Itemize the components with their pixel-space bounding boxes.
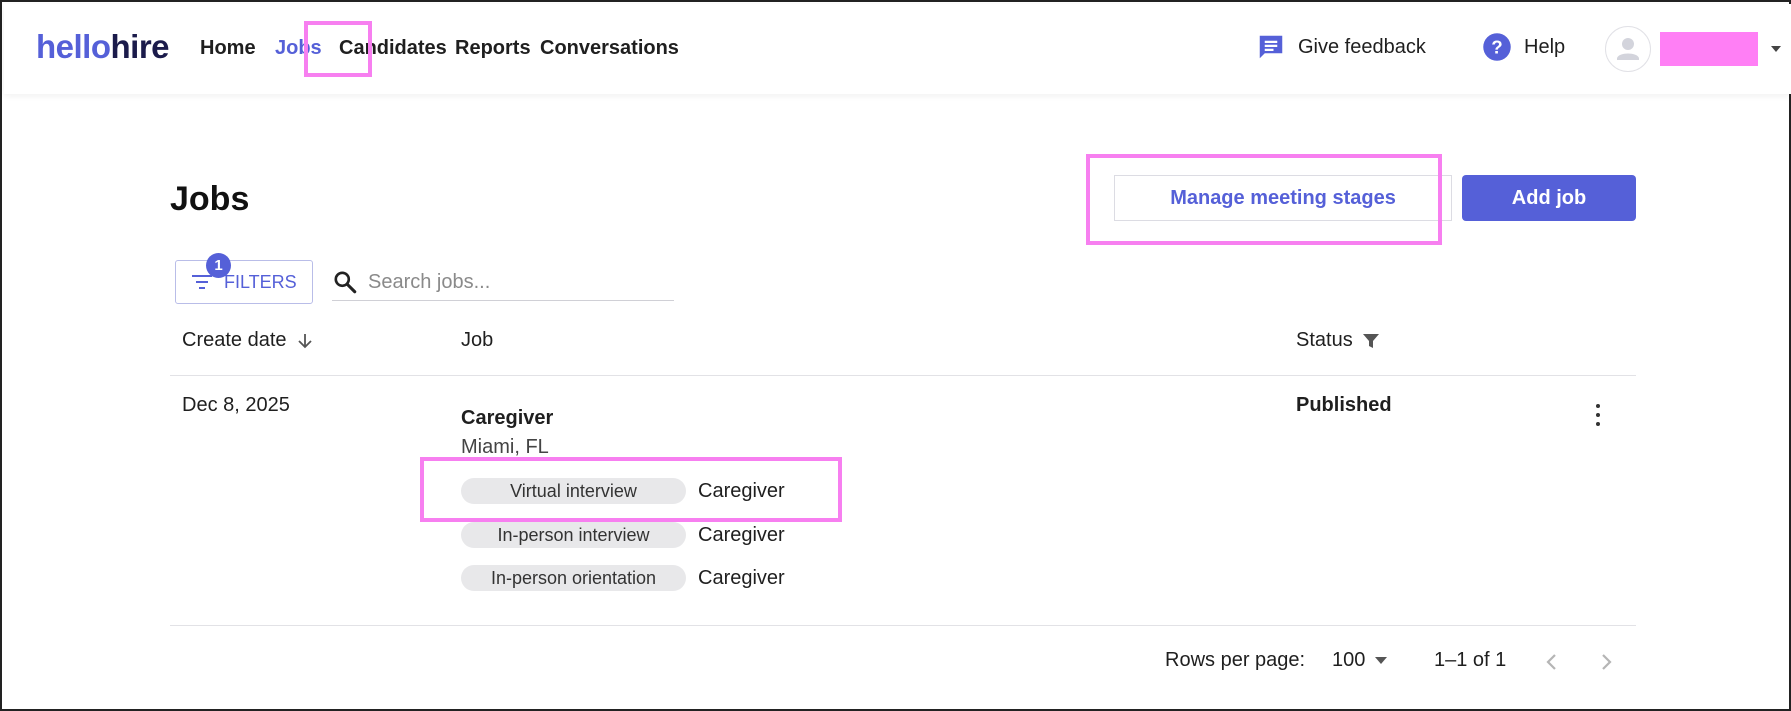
more-vert-icon[interactable] (1594, 404, 1602, 426)
chevron-left-icon[interactable] (1540, 650, 1564, 674)
filters-button[interactable]: FILTERS (175, 260, 313, 304)
help-button[interactable]: ? Help (1482, 32, 1565, 62)
manage-meeting-stages-button[interactable]: Manage meeting stages (1114, 175, 1452, 221)
search-field[interactable] (332, 264, 674, 301)
nav-home[interactable]: Home (200, 37, 256, 60)
table-bottom-divider (170, 625, 1636, 626)
avatar-icon (1617, 38, 1639, 60)
filters-label: FILTERS (224, 271, 297, 292)
help-icon: ? (1483, 33, 1511, 61)
column-label-status: Status (1296, 329, 1353, 351)
meeting-stage-item: In-person interview Caregiver (461, 522, 785, 548)
chevron-down-icon (1375, 657, 1388, 664)
column-header-status[interactable]: Status (1296, 329, 1381, 352)
add-job-button[interactable]: Add job (1462, 175, 1636, 221)
stage-role: Caregiver (698, 566, 785, 589)
redacted-user-name (1660, 32, 1758, 66)
create-date-cell: Dec 8, 2025 (182, 394, 290, 416)
help-label: Help (1524, 35, 1566, 58)
hellohire-logo[interactable]: hellohire (36, 28, 170, 66)
sort-down-icon[interactable] (295, 331, 315, 351)
rows-per-page-value: 100 (1332, 649, 1366, 671)
column-label-job: Job (461, 329, 494, 351)
stage-role: Caregiver (698, 523, 785, 546)
logo-text-hello: hello (36, 28, 111, 65)
filters-count-badge: 1 (206, 253, 231, 278)
rows-per-page-label: Rows per page: (1165, 649, 1306, 671)
give-feedback-label: Give feedback (1298, 35, 1426, 58)
svg-text:?: ? (1491, 36, 1502, 57)
page-title: Jobs (170, 180, 250, 218)
search-input[interactable] (368, 270, 658, 294)
app-frame: hellohire Home Jobs Candidates Reports C… (0, 0, 1791, 711)
search-icon (334, 271, 357, 294)
account-dropdown-icon[interactable] (1771, 46, 1781, 52)
chevron-right-icon[interactable] (1594, 650, 1618, 674)
nav-reports[interactable]: Reports (455, 37, 531, 60)
rows-per-page-select[interactable]: 100 (1332, 649, 1388, 672)
job-title[interactable]: Caregiver (461, 407, 553, 430)
column-header-job: Job (461, 329, 493, 352)
column-header-create-date[interactable]: Create date (182, 329, 315, 352)
status-filter-icon[interactable] (1361, 331, 1381, 351)
meeting-stage-item: Virtual interview Caregiver (461, 478, 785, 504)
job-location: Miami, FL (461, 436, 549, 458)
user-avatar[interactable] (1605, 26, 1651, 72)
header-divider (170, 375, 1636, 376)
nav-jobs[interactable]: Jobs (275, 37, 322, 60)
pagination-range: 1–1 of 1 (1434, 649, 1507, 671)
nav-conversations[interactable]: Conversations (540, 37, 679, 60)
top-header: hellohire Home Jobs Candidates Reports C… (4, 4, 1791, 94)
feedback-icon (1259, 35, 1283, 59)
stage-chip: Virtual interview (461, 478, 686, 504)
give-feedback-button[interactable]: Give feedback (1256, 32, 1426, 62)
nav-candidates[interactable]: Candidates (339, 37, 447, 60)
stage-role: Caregiver (698, 479, 785, 502)
column-label-create-date: Create date (182, 329, 287, 351)
logo-text-hire: hire (110, 28, 170, 65)
meeting-stage-item: In-person orientation Caregiver (461, 565, 785, 591)
job-status: Published (1296, 394, 1392, 416)
stage-chip: In-person orientation (461, 565, 686, 591)
stage-chip: In-person interview (461, 522, 686, 548)
